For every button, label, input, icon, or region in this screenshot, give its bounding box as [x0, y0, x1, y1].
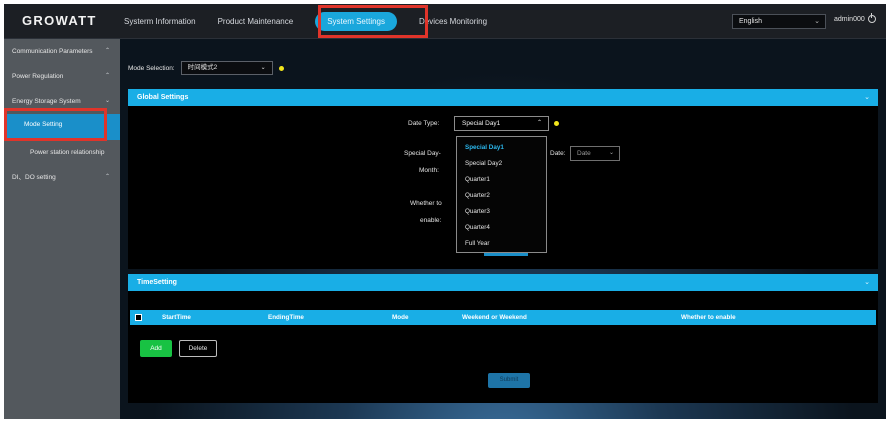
chevron-up-icon: ⌃ [104, 73, 110, 79]
sidebar-item-di-do-setting[interactable]: DI、DO setting ⌃ [4, 165, 120, 190]
sidebar-item-energy-storage-system[interactable]: Energy Storage System ⌄ [4, 89, 120, 114]
sidebar-item-label: DI、DO setting [12, 174, 56, 181]
global-settings-panel: Date Type: Special Day1 ⌃ Special Day- M… [128, 106, 878, 269]
time-setting-header[interactable]: TimeSetting ⌄ [128, 274, 878, 291]
mode-selection-row: Mode Selection: 时间模式2 ⌄ [128, 61, 284, 75]
add-button[interactable]: Add [140, 340, 172, 357]
sidebar-item-label: Energy Storage System [12, 98, 81, 105]
time-setting-title: TimeSetting [137, 279, 177, 286]
date-select-placeholder: Date [577, 150, 591, 157]
dropdown-option-special-day2[interactable]: Special Day2 [457, 156, 546, 172]
power-icon[interactable] [868, 13, 876, 23]
nav-system-settings[interactable]: System Settings [315, 11, 397, 31]
chevron-down-icon: ⌄ [260, 65, 266, 71]
growatt-logo: GROWATT [22, 13, 97, 28]
sidebar-item-power-station-relationship[interactable]: Power station relationship [4, 140, 120, 165]
chevron-down-icon: ⌄ [814, 18, 820, 25]
dropdown-option-quarter4[interactable]: Quarter4 [457, 220, 546, 236]
status-indicator [278, 65, 284, 71]
column-header-mode: Mode [392, 314, 409, 321]
column-header-enable: Whether to enable [681, 314, 736, 321]
nav-system-information[interactable]: Systerm Information [124, 17, 196, 26]
main-nav: Systerm Information Product Maintenance … [124, 4, 509, 38]
dropdown-option-quarter2[interactable]: Quarter2 [457, 188, 546, 204]
chevron-down-icon: ⌄ [864, 279, 870, 286]
column-header-endingtime: EndingTime [268, 314, 304, 321]
dropdown-option-quarter3[interactable]: Quarter3 [457, 204, 546, 220]
date-type-value: Special Day1 [462, 120, 501, 127]
chevron-down-icon: ⌄ [608, 150, 614, 156]
status-indicator [554, 121, 559, 126]
enable-label-line1: Whether to [410, 200, 442, 207]
special-day-label: Special Day- [404, 150, 441, 157]
mode-select[interactable]: 时间模式2 ⌄ [180, 61, 273, 75]
sidebar-item-label: Communication Parameters [12, 48, 93, 55]
date-type-dropdown: Special Day1 Special Day2 Quarter1 Quart… [456, 136, 547, 253]
chevron-up-icon: ⌃ [536, 120, 542, 126]
sidebar-item-label: Power station relationship [30, 149, 105, 156]
dropdown-option-full-year[interactable]: Full Year [457, 236, 546, 252]
month-label: Month: [419, 167, 439, 174]
global-settings-header[interactable]: Global Settings ⌄ [128, 89, 878, 106]
mode-selection-label: Mode Selection: [128, 64, 175, 72]
language-select[interactable]: English ⌄ [732, 14, 826, 29]
date-label: Date: [550, 150, 566, 157]
column-header-starttime: StartTime [162, 314, 191, 321]
select-all-checkbox[interactable] [135, 314, 142, 321]
date-select[interactable]: Date ⌄ [570, 146, 620, 161]
nav-product-maintenance[interactable]: Product Maintenance [218, 17, 294, 26]
submit-button[interactable]: Submit [488, 373, 530, 388]
main-content: Mode Selection: 时间模式2 ⌄ Global Settings … [120, 39, 886, 419]
chevron-down-icon: ⌄ [864, 94, 870, 101]
sidebar-item-mode-setting[interactable]: Mode Setting [4, 114, 120, 140]
sidebar-item-power-regulation[interactable]: Power Regulation ⌃ [4, 64, 120, 89]
sidebar-item-communication-parameters[interactable]: Communication Parameters ⌃ [4, 39, 120, 64]
nav-devices-monitoring[interactable]: Devices Monitoring [419, 17, 487, 26]
time-setting-table-header: StartTime EndingTime Mode Weekend or Wee… [130, 310, 876, 325]
chevron-down-icon: ⌄ [104, 98, 110, 104]
mode-select-value: 时间模式2 [187, 64, 218, 71]
date-type-select[interactable]: Special Day1 ⌃ [454, 116, 549, 131]
app-frame: GROWATT Systerm Information Product Main… [4, 4, 886, 419]
sidebar: Communication Parameters ⌃ Power Regulat… [4, 39, 120, 419]
sidebar-item-label: Mode Setting [24, 121, 63, 128]
dropdown-option-special-day1[interactable]: Special Day1 [457, 140, 546, 156]
column-header-weekend: Weekend or Weekend [462, 314, 527, 321]
dropdown-option-quarter1[interactable]: Quarter1 [457, 172, 546, 188]
chevron-up-icon: ⌃ [104, 174, 110, 180]
top-bar: GROWATT Systerm Information Product Main… [4, 4, 886, 39]
username: admin000 [834, 16, 865, 23]
enable-label-line2: enable: [420, 217, 442, 224]
language-value: English [739, 18, 762, 25]
date-type-label: Date Type: [408, 120, 440, 127]
delete-button[interactable]: Delete [179, 340, 217, 357]
chevron-up-icon: ⌃ [104, 48, 110, 54]
global-settings-title: Global Settings [137, 94, 189, 101]
sidebar-item-label: Power Regulation [12, 73, 64, 80]
